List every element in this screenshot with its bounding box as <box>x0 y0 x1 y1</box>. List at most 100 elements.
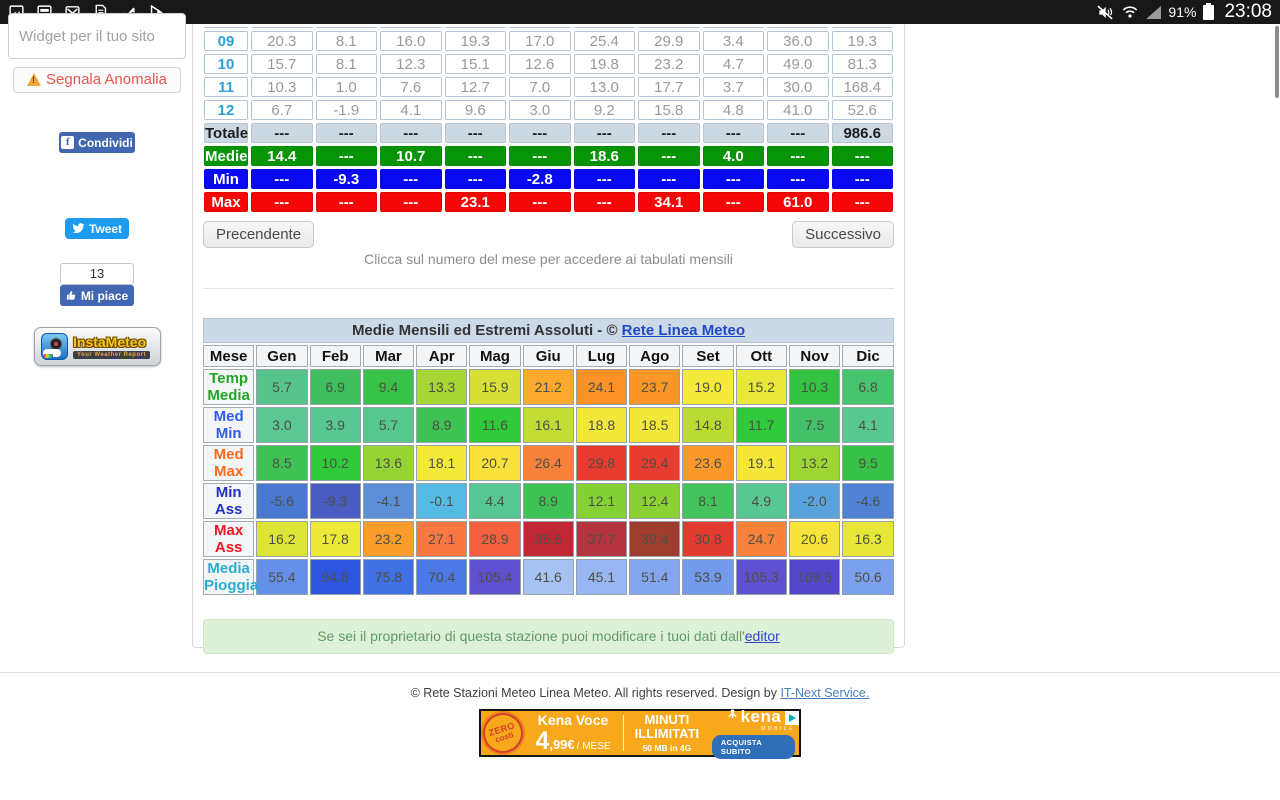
cropped-cell <box>703 27 765 28</box>
min-label: Min <box>204 169 248 189</box>
column-header: Giu <box>523 345 574 367</box>
data-cell: 105.4 <box>469 559 520 595</box>
month-link[interactable]: 10 <box>204 54 248 74</box>
ad-divider <box>623 715 624 751</box>
column-header: Ago <box>629 345 680 367</box>
medie-row: Medie14.4---10.7------18.6---4.0------ <box>204 146 893 166</box>
data-cell: 4.4 <box>469 483 520 519</box>
main-content-panel: 0920.38.116.019.317.025.429.93.436.019.3… <box>192 24 905 648</box>
value-cell: 23.2 <box>638 54 700 74</box>
value-cell: 36.0 <box>767 31 829 51</box>
data-cell: 4.1 <box>842 407 894 443</box>
ad-offer: Kena Voce 4,99€/ MESE <box>527 713 619 754</box>
like-count: 13 <box>60 263 134 285</box>
column-header: Mag <box>469 345 520 367</box>
ad-price-dec: ,99€ <box>549 738 574 751</box>
data-cell: 21.2 <box>523 369 574 405</box>
instameteo-button[interactable]: InstaMeteo Your Weather Report <box>34 327 161 366</box>
cropped-cell <box>638 27 700 28</box>
editor-link[interactable]: editor <box>745 628 780 644</box>
data-cell: 12.4 <box>629 483 680 519</box>
month-link[interactable]: 11 <box>204 77 248 97</box>
column-header: Mar <box>363 345 414 367</box>
data-cell: 7.5 <box>789 407 840 443</box>
value-cell: 3.0 <box>509 100 571 120</box>
value-cell: --- <box>832 192 894 212</box>
data-cell: 109.5 <box>789 559 840 595</box>
value-cell: 4.0 <box>703 146 765 166</box>
data-cell: 16.1 <box>523 407 574 443</box>
previous-button[interactable]: Precendente <box>203 221 314 248</box>
widget-link-box[interactable]: Widget per il tuo sito <box>8 13 186 59</box>
data-cell: 16.2 <box>256 521 307 557</box>
value-cell: 18.6 <box>574 146 636 166</box>
month-row: 0920.38.116.019.317.025.429.93.436.019.3 <box>204 31 893 51</box>
data-cell: 24.1 <box>576 369 627 405</box>
facebook-like-widget: 13 Mi piace <box>60 263 134 306</box>
kena-logo-icon <box>726 708 739 721</box>
data-cell: 29.8 <box>576 445 627 481</box>
value-cell: 10.7 <box>380 146 442 166</box>
battery-icon <box>1203 5 1214 20</box>
column-header: Set <box>682 345 733 367</box>
value-cell: --- <box>638 146 700 166</box>
cropped-cell <box>832 27 894 28</box>
page-footer: © Rete Stazioni Meteo Linea Meteo. All r… <box>0 672 1280 700</box>
data-cell: 18.8 <box>576 407 627 443</box>
data-cell: 41.6 <box>523 559 574 595</box>
data-cell: -5.6 <box>256 483 307 519</box>
totale-label: Totale <box>204 123 248 143</box>
value-cell: 12.6 <box>509 54 571 74</box>
summary-row: Media Pioggia55.494.875.870.4105.441.645… <box>203 559 894 595</box>
value-cell: -9.3 <box>316 169 378 189</box>
ad-banner[interactable]: ZERO costi Kena Voce 4,99€/ MESE MINUTI … <box>479 709 801 757</box>
clock: 23:08 <box>1224 1 1272 23</box>
ad-claim-line2: ILLIMITATI <box>635 727 700 741</box>
value-cell: --- <box>638 123 700 143</box>
row-label: Med Max <box>203 445 254 481</box>
value-cell: 7.6 <box>380 77 442 97</box>
twitter-bird-icon <box>72 223 85 234</box>
data-cell: 11.6 <box>469 407 520 443</box>
data-cell: -0.1 <box>416 483 467 519</box>
summary-row: Max Ass16.217.823.227.128.935.637.739.43… <box>203 521 894 557</box>
data-cell: 10.3 <box>789 369 840 405</box>
tweet-button[interactable]: Tweet <box>65 218 129 239</box>
data-cell: 5.7 <box>363 407 414 443</box>
month-link[interactable]: 12 <box>204 100 248 120</box>
cropped-cell <box>445 27 507 28</box>
adchoices-icon[interactable] <box>785 711 799 725</box>
value-cell: --- <box>380 123 442 143</box>
ad-claim-line3: 50 MB in 4G <box>643 744 692 753</box>
value-cell: --- <box>445 123 507 143</box>
next-button[interactable]: Successivo <box>792 221 894 248</box>
summary-row: Temp Media5.76.99.413.315.921.224.123.71… <box>203 369 894 405</box>
data-cell: 10.2 <box>310 445 361 481</box>
value-cell: --- <box>380 169 442 189</box>
like-button[interactable]: Mi piace <box>60 285 134 306</box>
data-cell: 94.8 <box>310 559 361 595</box>
facebook-share-button[interactable]: f Condividi <box>59 132 135 153</box>
column-header: Mese <box>203 345 254 367</box>
it-next-service-link[interactable]: IT-Next Service. <box>780 686 869 700</box>
data-cell: 3.0 <box>256 407 307 443</box>
medie-label: Medie <box>204 146 248 166</box>
data-cell: 18.1 <box>416 445 467 481</box>
rete-linea-meteo-link[interactable]: Rete Linea Meteo <box>622 322 745 339</box>
value-cell: 14.4 <box>251 146 313 166</box>
report-anomaly-button[interactable]: Segnala Anomalia <box>13 67 181 93</box>
battery-percent: 91% <box>1168 4 1196 20</box>
ad-brand-block: kena MOBILE ACQUISTA SUBITO <box>712 708 795 759</box>
month-link[interactable]: 09 <box>204 31 248 51</box>
value-cell: 3.4 <box>703 31 765 51</box>
data-cell: 24.7 <box>736 521 787 557</box>
row-label: Max Ass <box>203 521 254 557</box>
scrollbar[interactable] <box>1275 26 1279 98</box>
ad-cta-button[interactable]: ACQUISTA SUBITO <box>712 735 795 759</box>
value-cell: 20.3 <box>251 31 313 51</box>
value-cell: 81.3 <box>832 54 894 74</box>
data-cell: 14.8 <box>682 407 733 443</box>
pagination-row: Precendente Successivo <box>201 221 896 248</box>
data-cell: 23.6 <box>682 445 733 481</box>
row-label: Med Min <box>203 407 254 443</box>
